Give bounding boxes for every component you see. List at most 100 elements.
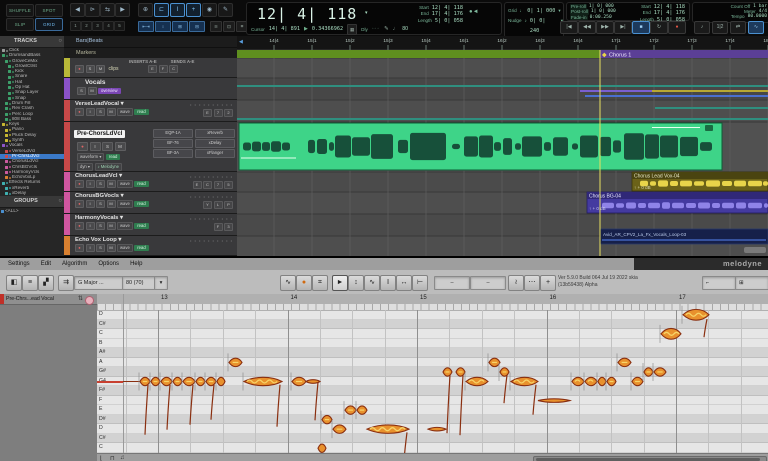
- groups-header[interactable]: GROUPS ○: [0, 196, 64, 209]
- scrollbar-thumb[interactable]: [536, 457, 760, 461]
- note-display-icon[interactable]: ♫: [120, 455, 125, 461]
- record-button[interactable]: ●: [75, 108, 84, 116]
- marker-lane-verse[interactable]: [237, 50, 600, 58]
- view-selector[interactable]: wave: [117, 108, 133, 116]
- pitch-row-d[interactable]: D#: [97, 414, 768, 425]
- zoom-preset-1[interactable]: 1: [70, 21, 81, 31]
- solo-button[interactable]: S: [96, 244, 105, 252]
- fade-in-row[interactable]: Fade-in 0:00.250: [570, 14, 632, 21]
- grabber-tool[interactable]: +: [186, 3, 201, 17]
- mute-button[interactable]: M: [106, 244, 116, 252]
- send-xflanger[interactable]: xFlanger: [195, 149, 235, 158]
- group-all-row[interactable]: <ALL>: [0, 208, 64, 215]
- pitch-row-g[interactable]: G#: [97, 367, 768, 377]
- conductor-button[interactable]: ∿: [748, 21, 764, 34]
- solo-button[interactable]: S: [77, 87, 86, 95]
- blob-color-icon[interactable]: [85, 295, 94, 305]
- input-button[interactable]: I: [85, 222, 95, 230]
- mute-button[interactable]: M: [106, 200, 116, 208]
- main-tool[interactable]: ►: [332, 275, 348, 291]
- midi-merge-button[interactable]: ⇄: [730, 21, 746, 34]
- record-button[interactable]: ●: [668, 21, 686, 34]
- metronome-button[interactable]: ♪: [694, 21, 710, 34]
- empty-select-2[interactable]: –: [470, 276, 506, 290]
- edit-mode-shuffle[interactable]: SHUFFLE: [6, 4, 34, 17]
- view-selector[interactable]: wave: [117, 244, 133, 252]
- bars-beats-ruler-label[interactable]: Bars|Beats: [64, 36, 237, 47]
- automation-mode[interactable]: read: [134, 245, 149, 251]
- overview-badge[interactable]: overview: [98, 88, 121, 94]
- automation-mode[interactable]: read: [134, 201, 149, 207]
- scrub-tool[interactable]: ◉: [202, 3, 217, 17]
- pitch-row-b[interactable]: B: [97, 338, 768, 349]
- insert-bf-3a[interactable]: BF-3A: [153, 149, 193, 158]
- input-button[interactable]: I: [85, 200, 95, 208]
- empty-select-1[interactable]: –: [434, 276, 470, 290]
- record-button[interactable]: ●: [77, 142, 88, 151]
- insert-chip[interactable]: 7: [213, 181, 223, 189]
- pitch-row-g4[interactable]: G4: [97, 376, 768, 387]
- view-selector[interactable]: waveform ▾: [77, 153, 105, 161]
- blob-overview-toggle-icon[interactable]: ▞: [38, 275, 54, 291]
- link-track-icon[interactable]: ⊡: [223, 21, 235, 32]
- track-header-chorusbgvocls[interactable]: ChorusBGVocls ▾ ● I S Mwave read • • • • • • •…: [64, 192, 237, 214]
- timing-tool[interactable]: ↔: [396, 275, 412, 291]
- tab-back-icon[interactable]: ◀: [70, 3, 85, 17]
- pitch-row-f[interactable]: F: [97, 395, 768, 406]
- insert-chip[interactable]: 3: [224, 223, 233, 231]
- main-counter[interactable]: 12| 4| 118: [257, 5, 357, 23]
- pitch-row-c[interactable]: C#: [97, 319, 768, 330]
- tracks-header[interactable]: TRACKS ○: [0, 36, 64, 48]
- snap-icon[interactable]: ⋯: [524, 275, 540, 291]
- corner-tool-icon[interactable]: ⌊: [100, 455, 102, 461]
- pitch-row-c[interactable]: C: [97, 443, 768, 453]
- mute-button[interactable]: M: [96, 65, 105, 73]
- mute-button[interactable]: M: [106, 108, 116, 116]
- insert-chip[interactable]: F: [158, 65, 168, 73]
- formant-tool[interactable]: Ⅰ: [380, 275, 396, 291]
- insert-chip[interactable]: E: [192, 181, 202, 189]
- input-button[interactable]: I: [85, 180, 95, 188]
- menu-options[interactable]: Options: [98, 261, 119, 267]
- solo-button[interactable]: S: [96, 180, 105, 188]
- insert-chip[interactable]: C: [169, 65, 179, 73]
- send-xdelay[interactable]: xDelay: [195, 139, 235, 148]
- separation-tool[interactable]: ⊢: [412, 275, 428, 291]
- track-header-harmonyvocals[interactable]: HarmonyVocals ▾ ● I S Mwave read • • • • • • •…: [64, 214, 237, 236]
- trim-pencil-icon[interactable]: ⊳: [85, 3, 100, 17]
- link-timeline-icon[interactable]: ≋: [210, 21, 222, 32]
- vertical-zoom-icon[interactable]: ↕: [155, 21, 171, 32]
- solo-button[interactable]: S: [96, 222, 105, 230]
- zoom-preset-5[interactable]: 5: [114, 21, 125, 31]
- pencil-icon[interactable]: ✎: [384, 26, 389, 32]
- track-name[interactable]: Vocals: [71, 78, 237, 86]
- pitch-row-c[interactable]: C#: [97, 433, 768, 444]
- magnet-icon[interactable]: ⊓: [110, 455, 115, 461]
- count-in-button[interactable]: 1|2: [712, 21, 728, 34]
- record-button[interactable]: ●: [75, 200, 84, 208]
- grid-row[interactable]: Grid ♩ 0| 1| 000 ▾: [505, 6, 563, 16]
- solo-button[interactable]: S: [85, 65, 95, 73]
- selector-tool[interactable]: I: [170, 3, 185, 17]
- compare-icon[interactable]: ⇅: [78, 295, 83, 302]
- zoom-preset-4[interactable]: 4: [103, 21, 114, 31]
- tempo-field[interactable]: 80 (70): [122, 276, 158, 290]
- zoom-preset-3[interactable]: 3: [92, 21, 103, 31]
- record-button[interactable]: ●: [75, 180, 84, 188]
- view-selector[interactable]: wave: [117, 180, 133, 188]
- clip-loop-icon[interactable]: [705, 125, 713, 131]
- edit-mode-spot[interactable]: SPOT: [35, 4, 63, 17]
- insert-eqp-1a[interactable]: EQP-1A: [153, 129, 193, 138]
- record-button[interactable]: ●: [75, 222, 84, 230]
- pitch-row-a[interactable]: A#: [97, 348, 768, 358]
- automation-mode[interactable]: read: [105, 154, 121, 160]
- track-name[interactable]: Pre-ChorsLdVcl: [74, 130, 126, 138]
- solo-button[interactable]: S: [96, 200, 105, 208]
- monitor-icon[interactable]: ≀: [508, 275, 524, 291]
- insert-chip[interactable]: F: [213, 223, 223, 231]
- view-selector[interactable]: wave: [117, 222, 133, 230]
- automation-mode[interactable]: read: [134, 181, 149, 187]
- menu-algorithm[interactable]: Algorithm: [62, 261, 87, 267]
- insert-chip[interactable]: 5: [224, 181, 233, 189]
- horizontal-scrollbar[interactable]: [533, 456, 767, 461]
